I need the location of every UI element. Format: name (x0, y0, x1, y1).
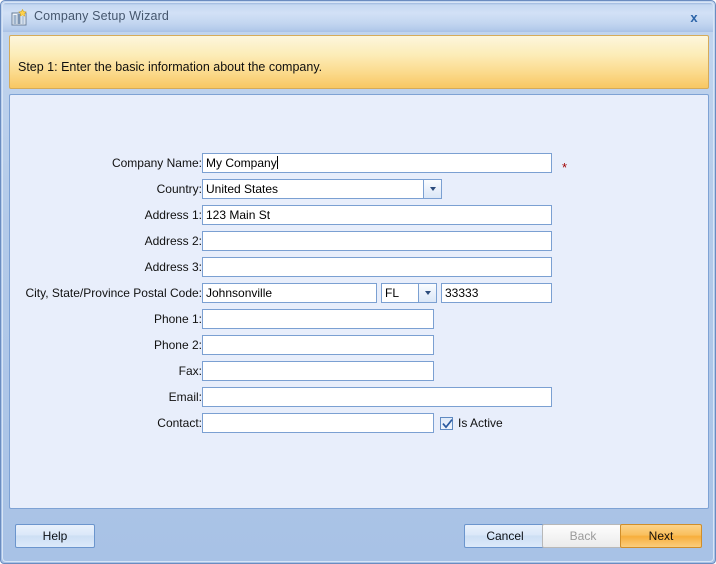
field-row-phone-2: Phone 2: (10, 335, 708, 356)
footer-bar: Help Cancel Back Next (9, 515, 709, 557)
checkbox-is-active[interactable]: Is Active (440, 416, 503, 430)
input-address-3[interactable] (202, 257, 552, 277)
title-bar[interactable]: Company Setup Wizard x (3, 3, 713, 32)
field-row-city-state-postal: City, State/Province Postal Code: Johnso… (10, 283, 708, 304)
input-fax[interactable] (202, 361, 434, 381)
label-email: Email: (0, 390, 202, 404)
input-phone-2[interactable] (202, 335, 434, 355)
input-contact[interactable] (202, 413, 434, 433)
input-address-2[interactable] (202, 231, 552, 251)
window-title: Company Setup Wizard (34, 9, 169, 23)
field-row-company-name: Company Name: My Company * (10, 153, 708, 174)
label-contact: Contact: (0, 416, 202, 430)
input-company-name-value: My Company (206, 156, 277, 170)
chevron-down-icon[interactable] (418, 284, 436, 302)
cancel-button[interactable]: Cancel (464, 524, 546, 548)
label-city-state-postal: City, State/Province Postal Code: (0, 286, 202, 300)
input-email[interactable] (202, 387, 552, 407)
combo-state-value: FL (385, 285, 399, 302)
field-row-email: Email: (10, 387, 708, 408)
label-fax: Fax: (0, 364, 202, 378)
next-button[interactable]: Next (620, 524, 702, 548)
input-city[interactable]: Johnsonville (202, 283, 377, 303)
field-row-fax: Fax: (10, 361, 708, 382)
combo-state[interactable]: FL (381, 283, 437, 303)
company-building-icon (11, 9, 28, 26)
combo-country[interactable]: United States (202, 179, 442, 199)
company-setup-wizard-window: Company Setup Wizard x Step 1: Enter the… (0, 0, 716, 564)
field-row-address-3: Address 3: (10, 257, 708, 278)
checkbox-is-active-label: Is Active (458, 416, 503, 430)
label-address-2: Address 2: (0, 234, 202, 248)
field-row-address-2: Address 2: (10, 231, 708, 252)
back-button: Back (542, 524, 624, 548)
combo-country-value: United States (206, 181, 278, 198)
field-row-contact: Contact: Is Active (10, 413, 708, 434)
input-phone-1[interactable] (202, 309, 434, 329)
field-row-phone-1: Phone 1: (10, 309, 708, 330)
label-country: Country: (0, 182, 202, 196)
label-phone-2: Phone 2: (0, 338, 202, 352)
label-address-1: Address 1: (0, 208, 202, 222)
close-icon[interactable]: x (680, 7, 708, 28)
text-caret (277, 156, 278, 169)
form-panel: Company Name: My Company * Country: Unit… (9, 94, 709, 509)
label-address-3: Address 3: (0, 260, 202, 274)
input-address-1[interactable]: 123 Main St (202, 205, 552, 225)
label-phone-1: Phone 1: (0, 312, 202, 326)
label-company-name: Company Name: (0, 156, 202, 170)
field-row-address-1: Address 1: 123 Main St (10, 205, 708, 226)
field-row-country: Country: United States (10, 179, 708, 200)
chevron-down-icon[interactable] (423, 180, 441, 198)
help-button[interactable]: Help (15, 524, 95, 548)
checkmark-icon[interactable] (440, 417, 453, 430)
input-company-name[interactable]: My Company (202, 153, 552, 173)
step-instruction-text: Step 1: Enter the basic information abou… (18, 60, 322, 74)
input-postal-code[interactable]: 33333 (441, 283, 552, 303)
step-banner: Step 1: Enter the basic information abou… (9, 35, 709, 89)
required-indicator-company-name: * (562, 163, 567, 173)
